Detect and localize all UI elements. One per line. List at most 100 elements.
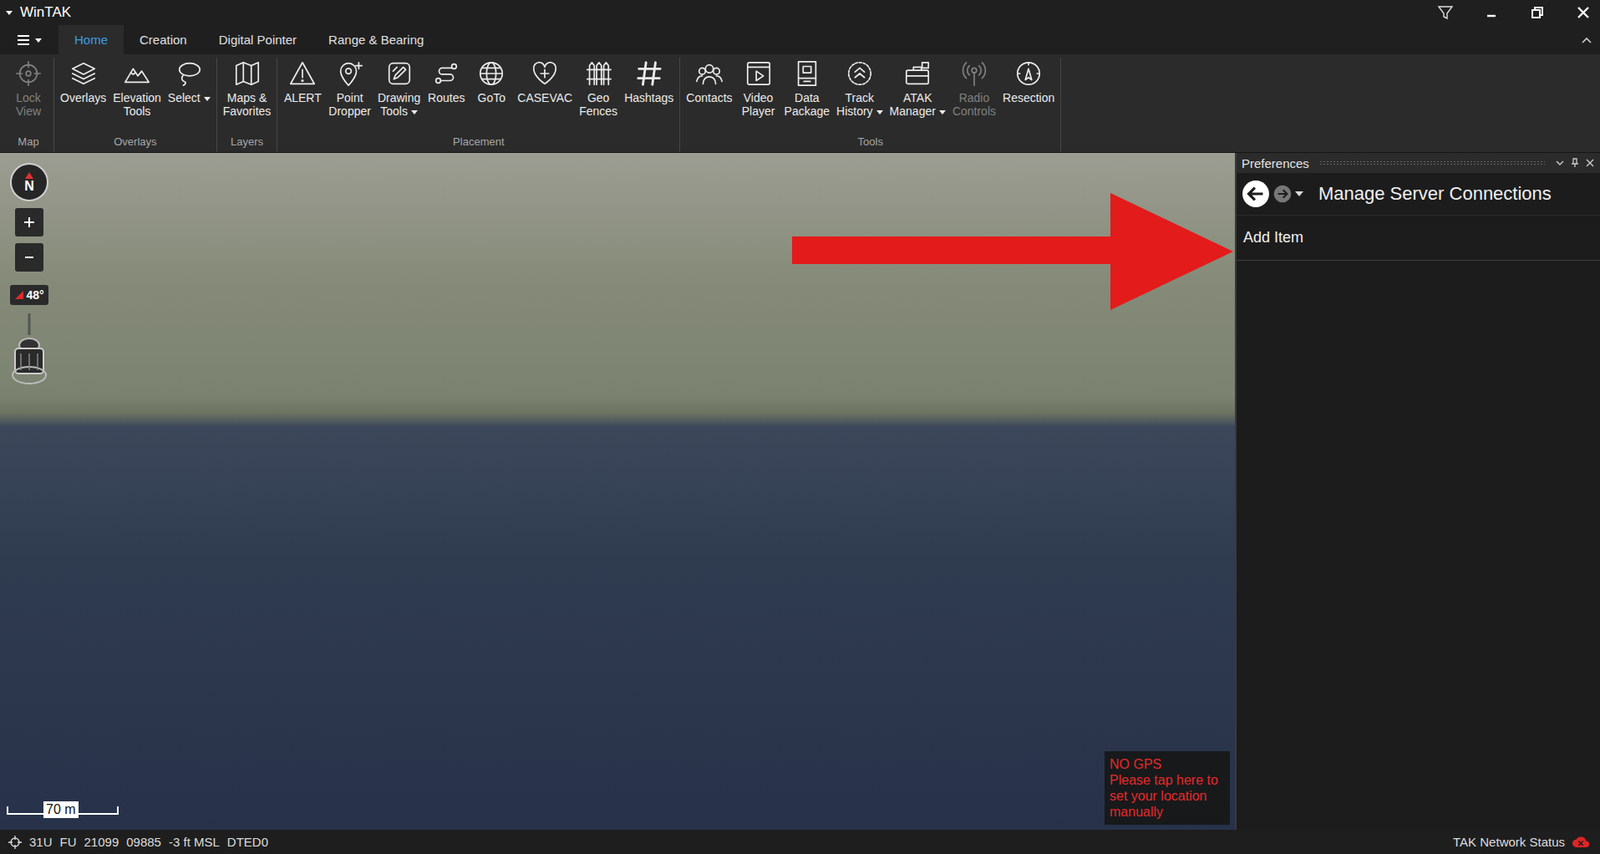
network-status[interactable]: TAK Network Status xyxy=(1452,834,1590,849)
ribbon-group: Maps &Favorites Layers xyxy=(217,57,279,153)
ribbon-button[interactable]: Select xyxy=(164,57,214,105)
menu-button[interactable] xyxy=(16,25,42,55)
globe-icon xyxy=(477,59,506,88)
tilt-wedge-icon xyxy=(14,289,25,300)
history-dropdown-icon[interactable] xyxy=(1295,190,1304,198)
ribbon-button[interactable]: CASEVAC xyxy=(513,57,576,105)
heart-icon xyxy=(530,59,559,88)
filter-icon[interactable] xyxy=(1437,4,1454,21)
dropdown-arrow-icon xyxy=(876,110,884,115)
pin-icon[interactable] xyxy=(1569,157,1580,168)
ribbon-group-label: Layers xyxy=(219,133,275,153)
panel-navigation: Manage Server Connections xyxy=(1236,172,1600,216)
ribbon-button-label: DataPackage xyxy=(784,91,830,118)
ribbon-button[interactable]: Routes xyxy=(423,57,469,105)
minus-icon xyxy=(22,250,36,265)
coordinate-part: 09885 xyxy=(126,834,162,849)
forward-arrow-icon xyxy=(1273,184,1292,204)
gps-warning[interactable]: NO GPSPlease tap here to set your locati… xyxy=(1104,751,1230,825)
video-icon xyxy=(744,59,773,88)
ribbon-button-label: GeoFences xyxy=(579,91,618,118)
tilt-control-icon[interactable] xyxy=(10,311,48,387)
ribbon-button-label: Routes xyxy=(427,91,465,105)
ribbon-group: LockViewMap xyxy=(3,57,55,153)
ribbon-button[interactable]: Maps &Favorites xyxy=(219,57,275,118)
mountains-icon xyxy=(122,59,152,88)
ribbon-button[interactable]: Contacts xyxy=(682,57,736,105)
grip[interactable] xyxy=(1319,160,1545,166)
collapse-ribbon-icon[interactable] xyxy=(1581,36,1592,44)
ribbon-button-label: PointDropper xyxy=(328,91,371,118)
ribbon-button[interactable]: Resection xyxy=(999,57,1058,105)
lasso-icon xyxy=(174,59,204,88)
map-view[interactable]: N48°70 mNO GPSPlease tap here to set you… xyxy=(0,152,1235,830)
radio-icon xyxy=(960,59,989,88)
map-controls: N 48° xyxy=(10,162,49,387)
ribbon-tab[interactable]: Digital Pointer xyxy=(203,25,313,55)
ribbon-group-label: Placement xyxy=(279,133,677,153)
ribbon-button[interactable]: DataPackage xyxy=(781,57,834,118)
ribbon-button: RadioControls xyxy=(949,57,1000,118)
ribbon-tabs: HomeCreationDigital PointerRange & Beari… xyxy=(0,25,1600,55)
ribbon-button[interactable]: GoTo xyxy=(468,57,514,105)
ribbon-button-label: GoTo xyxy=(477,91,506,105)
resection-icon xyxy=(1014,59,1043,88)
ribbon: LockViewMapOverlaysElevationToolsSelectO… xyxy=(0,54,1600,153)
add-item-row[interactable]: Add Item xyxy=(1236,215,1600,261)
fence-icon xyxy=(584,59,613,88)
ribbon-button-label: RadioControls xyxy=(952,91,996,118)
chevron-down-icon[interactable] xyxy=(1554,157,1565,168)
ribbon-button-label: Hashtags xyxy=(624,91,674,105)
briefcase-icon xyxy=(903,59,932,88)
ribbon-button[interactable]: ALERT xyxy=(279,57,326,105)
close-icon[interactable] xyxy=(1574,4,1592,21)
zoom-in-button[interactable] xyxy=(15,208,44,237)
dropdown-arrow-icon xyxy=(939,110,946,115)
ribbon-button[interactable]: PointDropper xyxy=(325,57,375,118)
coordinate-part: FU xyxy=(60,834,77,849)
crosshair-icon xyxy=(14,59,43,88)
ribbon-button[interactable]: TrackHistory xyxy=(833,57,887,118)
zoom-out-button[interactable] xyxy=(15,243,44,272)
main-area: N48°70 mNO GPSPlease tap here to set you… xyxy=(0,152,1600,830)
ribbon-button-label: CASEVAC xyxy=(517,91,573,105)
ribbon-group-label: Map xyxy=(5,133,51,153)
coordinate-part: 31U xyxy=(29,834,53,849)
wintak-window: WinTAKHomeCreationDigital PointerRange &… xyxy=(0,0,1600,854)
panel-title: Preferences xyxy=(1241,156,1310,171)
red-arrow-icon xyxy=(792,193,1234,310)
package-icon xyxy=(792,59,822,88)
ribbon-button[interactable]: DrawingTools xyxy=(374,57,424,118)
close-panel-icon[interactable] xyxy=(1584,157,1595,168)
hamburger-icon xyxy=(16,34,31,46)
ribbon-tab[interactable]: Creation xyxy=(123,25,204,55)
ribbon-tab[interactable]: Range & Bearing xyxy=(312,25,440,55)
ribbon-button[interactable]: GeoFences xyxy=(575,57,621,118)
tilt-readout[interactable]: 48° xyxy=(10,284,48,305)
ribbon-button[interactable]: ATAKManager xyxy=(886,57,950,118)
ribbon-group-label: Overlays xyxy=(56,133,214,153)
ribbon-button-label: TrackHistory xyxy=(836,91,884,118)
minimize-icon[interactable] xyxy=(1483,4,1500,21)
ribbon-button-label: ATAKManager xyxy=(889,91,946,118)
system-menu-icon[interactable] xyxy=(5,8,14,17)
ribbon-tab[interactable]: Home xyxy=(58,25,124,55)
ribbon-group: OverlaysElevationToolsSelectOverlays xyxy=(54,57,218,153)
compass[interactable]: N xyxy=(10,162,49,202)
cloud-icon xyxy=(1571,835,1590,849)
restore-icon[interactable] xyxy=(1528,4,1546,21)
ribbon-button[interactable]: ElevationTools xyxy=(109,57,165,118)
back-arrow-icon[interactable] xyxy=(1241,179,1270,209)
ribbon-button[interactable]: Hashtags xyxy=(620,57,677,105)
ribbon-button-label: Overlays xyxy=(60,91,107,105)
ribbon-button-label: DrawingTools xyxy=(377,91,421,118)
drawing-icon xyxy=(385,59,414,88)
alert-icon xyxy=(288,59,317,88)
location-crosshair-icon[interactable] xyxy=(8,835,22,849)
contacts-icon xyxy=(695,59,724,88)
ribbon-group: ALERT PointDropperDrawingTools Routes GoTo C… xyxy=(277,57,681,153)
ribbon-button[interactable]: Overlays xyxy=(56,57,110,105)
ribbon-button[interactable]: VideoPlayer xyxy=(736,57,782,118)
ribbon-button-label: ALERT xyxy=(284,91,322,105)
ribbon-button-label: Select xyxy=(167,91,211,105)
